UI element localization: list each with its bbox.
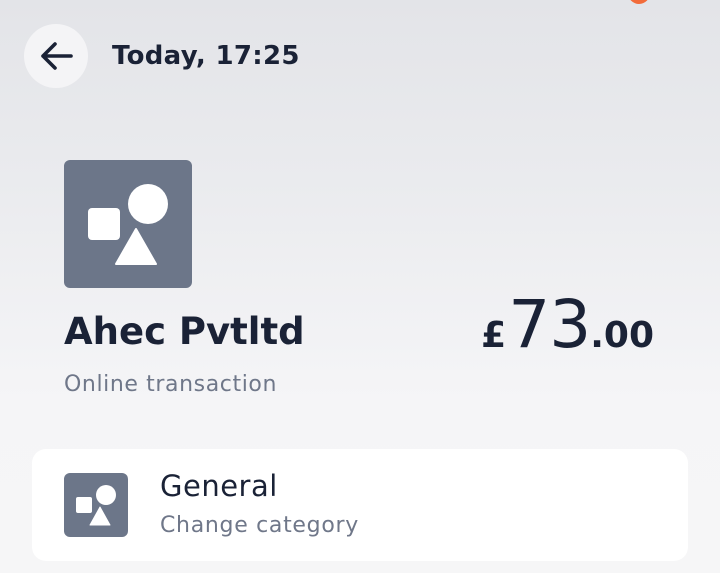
category-card[interactable]: General Change category — [32, 449, 688, 561]
notification-dot — [628, 0, 650, 4]
amount-minor: .00 — [590, 315, 654, 356]
header: Today, 17:25 — [24, 24, 300, 88]
merchant-logo — [64, 160, 192, 288]
arrow-left-icon — [39, 41, 73, 71]
back-button[interactable] — [24, 24, 88, 88]
category-icon-tile — [64, 473, 128, 537]
shapes-icon — [64, 473, 128, 537]
page-title: Today, 17:25 — [112, 41, 300, 71]
amount-major: 73 — [508, 286, 591, 363]
shapes-icon — [64, 160, 192, 288]
merchant-name: Ahec Pvtltd — [64, 310, 305, 353]
category-name: General — [160, 469, 278, 503]
amount-currency: £ — [481, 315, 507, 356]
change-category-link[interactable]: Change category — [160, 513, 359, 538]
transaction-amount: £ 73 .00 — [481, 286, 654, 363]
transaction-type: Online transaction — [64, 372, 278, 397]
